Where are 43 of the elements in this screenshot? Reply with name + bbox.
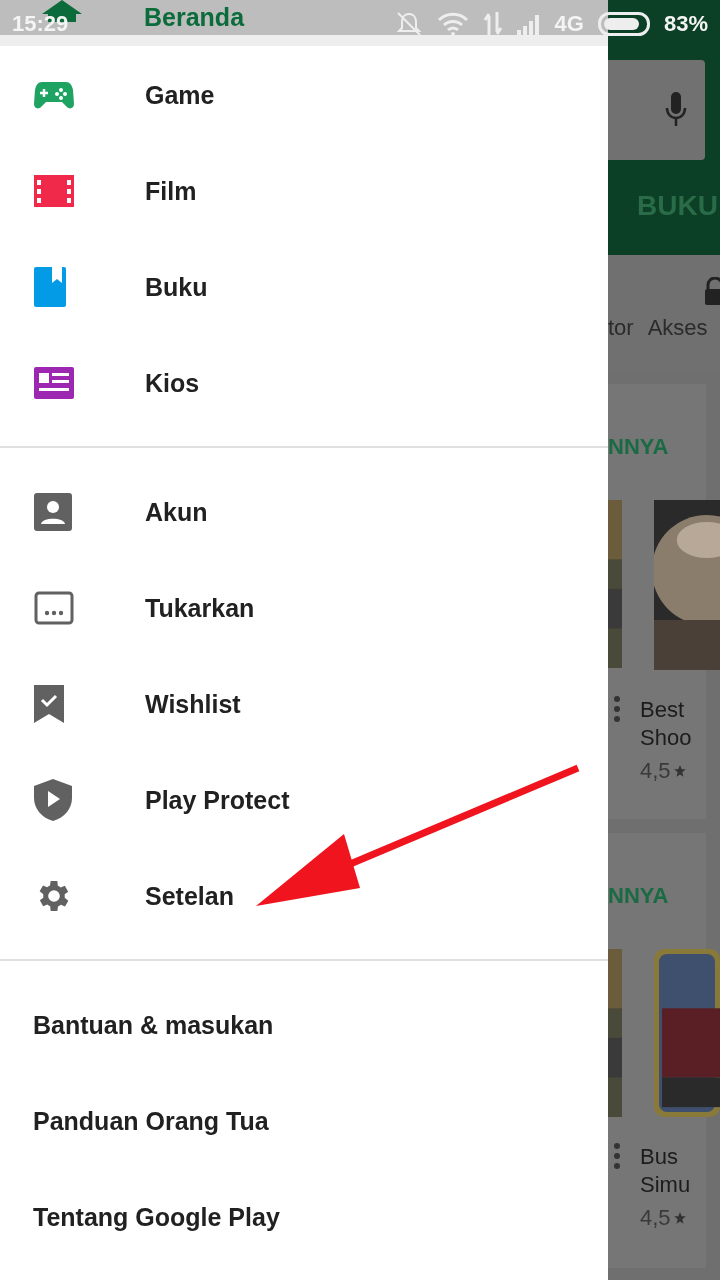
rating-text: 4,5 xyxy=(640,758,671,784)
more-icon[interactable] xyxy=(614,1143,620,1169)
section-heading: NNYA xyxy=(608,883,670,909)
microphone-icon xyxy=(665,92,687,128)
menu-item[interactable]: Wishlist xyxy=(145,689,241,719)
status-time: 15:29 xyxy=(12,11,69,37)
menu-item[interactable]: Tukarkan xyxy=(145,593,255,623)
menu-item[interactable]: Buku xyxy=(145,272,208,302)
rating-text: 4,5 xyxy=(640,1205,671,1231)
card-icon xyxy=(34,591,74,625)
star-icon xyxy=(672,764,687,778)
gamepad-icon xyxy=(34,80,74,110)
more-icon[interactable] xyxy=(614,696,620,722)
book-icon xyxy=(34,267,66,307)
menu-item[interactable]: Play Protect xyxy=(145,785,290,815)
muted-bell-icon xyxy=(394,11,423,37)
section-heading: NNYA xyxy=(608,434,670,460)
menu-item[interactable]: Film xyxy=(145,176,197,206)
menu-item[interactable]: Akun xyxy=(145,497,208,527)
signal-icon xyxy=(516,13,541,35)
menu-item[interactable]: Beranda xyxy=(144,3,245,32)
battery-level: 83% xyxy=(663,11,708,37)
menu-item[interactable]: Panduan Orang Tua xyxy=(33,1106,269,1136)
data-transfer-icon xyxy=(482,12,503,36)
star-icon xyxy=(672,1211,687,1225)
newsstand-icon xyxy=(34,367,74,399)
app-title: Simu xyxy=(640,1171,691,1199)
lock-icon xyxy=(705,277,720,307)
app-title: Shoo xyxy=(640,724,692,752)
menu-item[interactable]: Setelan xyxy=(145,881,234,911)
menu-item[interactable]: Kios xyxy=(145,368,200,398)
film-icon xyxy=(34,175,74,207)
search-field[interactable] xyxy=(608,60,705,160)
app-title: Bus xyxy=(640,1143,679,1171)
menu-item[interactable]: Game xyxy=(145,80,215,110)
bookmark-check-icon xyxy=(34,685,64,723)
menu-item[interactable]: Tentang Google Play xyxy=(33,1202,280,1232)
menu-item[interactable]: Bantuan & masukan xyxy=(33,1010,274,1040)
shield-play-icon xyxy=(34,779,72,821)
battery-icon xyxy=(597,12,650,36)
account-icon xyxy=(34,493,72,531)
app-title: Best xyxy=(640,696,686,724)
wifi-icon xyxy=(436,12,469,36)
